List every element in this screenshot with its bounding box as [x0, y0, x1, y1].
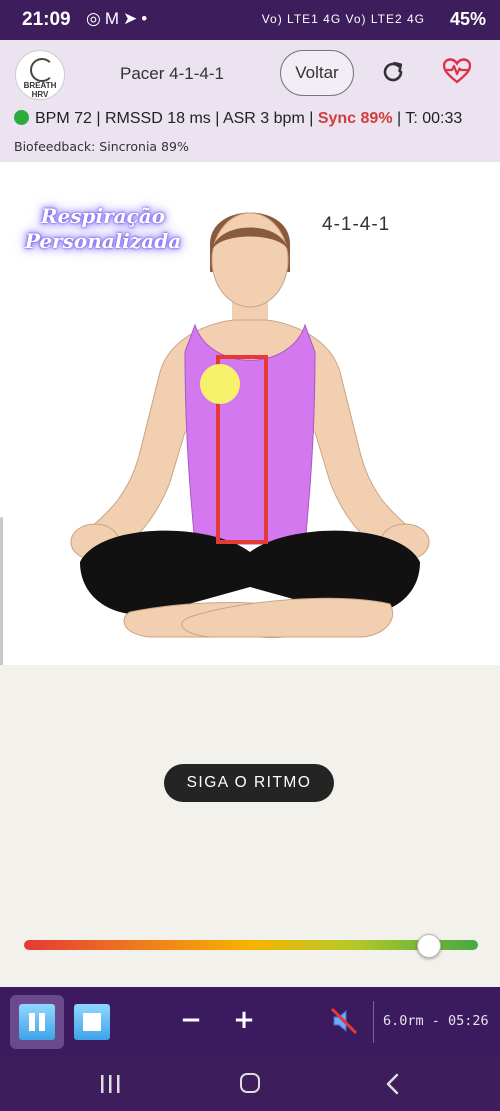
network-indicators: Vo) LTE1 4G Vo) LTE2 4G — [261, 12, 425, 26]
sync-slider[interactable] — [24, 934, 478, 958]
back-button[interactable]: Voltar — [280, 50, 354, 96]
asr-value: ASR 3 bpm — [222, 110, 305, 127]
metrics-separator: | — [397, 110, 402, 127]
recent-apps-icon[interactable] — [99, 1075, 121, 1093]
connection-status-icon — [14, 110, 29, 125]
stop-icon — [83, 1013, 101, 1031]
sync-value: Sync 89% — [317, 110, 393, 127]
metrics-separator: | — [309, 110, 314, 127]
slider-thumb[interactable] — [417, 934, 442, 958]
bpm-value: BPM 72 — [35, 110, 92, 127]
heart-rate-icon[interactable] — [443, 58, 471, 84]
head-icon — [30, 58, 54, 82]
pacer-area: SIGA O RITMO — [0, 665, 500, 987]
metrics-separator: | — [96, 110, 101, 127]
rate-timer: 6.0rm - 05:26 — [383, 1013, 489, 1029]
divider — [373, 1001, 374, 1043]
metrics-line: BPM 72 | RMSSD 18 ms | ASR 3 bpm | Sync … — [14, 110, 462, 128]
system-nav-bar — [0, 1057, 500, 1111]
metrics-separator: | — [215, 110, 220, 127]
rhythm-instruction: SIGA O RITMO — [164, 764, 334, 802]
logo-text: BREATH HRV — [23, 81, 57, 99]
pause-icon — [19, 1004, 55, 1040]
status-time: 21:09 — [22, 9, 71, 30]
stop-button[interactable] — [74, 1004, 110, 1040]
app-logo[interactable]: BREATH HRV — [15, 50, 65, 100]
page-title: Pacer 4-1-4-1 — [120, 64, 224, 83]
status-bar: 21:09 ◎M➤• Vo) LTE1 4G Vo) LTE2 4G 45% — [0, 0, 500, 40]
decrease-rate-button[interactable]: − — [178, 1005, 204, 1035]
rmssd-value: RMSSD 18 ms — [104, 110, 211, 127]
notification-icons: ◎M➤• — [86, 9, 151, 29]
meditation-figure — [70, 212, 430, 639]
gmail-icon: M — [104, 9, 124, 28]
back-nav-icon[interactable] — [384, 1073, 402, 1095]
breathing-illustration: Respiração Personalizada 4-1-4-1 — [0, 162, 500, 727]
instagram-icon: ◎ — [86, 9, 105, 28]
battery-percent: 45% — [449, 9, 486, 29]
breath-ball — [200, 364, 240, 404]
pause-button[interactable] — [10, 995, 64, 1049]
dot-icon: • — [141, 9, 152, 28]
increase-rate-button[interactable]: + — [231, 1005, 257, 1035]
pause-bar — [29, 1013, 35, 1031]
biofeedback-text: Biofeedback: Sincronia 89% — [14, 139, 189, 154]
pause-bar — [39, 1013, 45, 1031]
home-icon[interactable] — [240, 1073, 260, 1093]
refresh-icon[interactable] — [380, 59, 406, 85]
mute-icon[interactable] — [328, 1005, 360, 1037]
telegram-icon: ➤ — [123, 9, 142, 28]
elapsed-time: T: 00:33 — [405, 110, 463, 127]
control-bar: − + 6.0rm - 05:26 — [0, 987, 500, 1057]
app-header: BREATH HRV Pacer 4-1-4-1 Voltar BPM 72 |… — [0, 40, 500, 162]
